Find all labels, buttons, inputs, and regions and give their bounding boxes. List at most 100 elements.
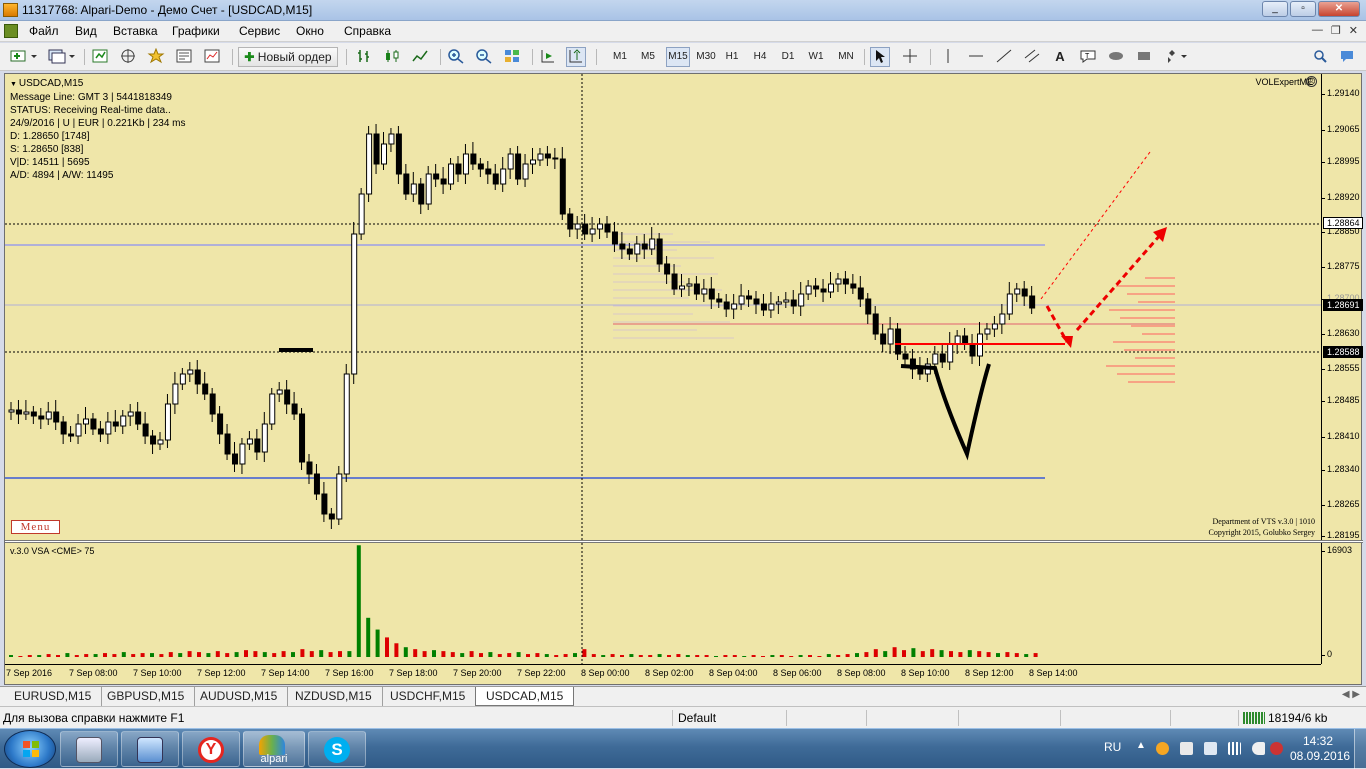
profiles-icon[interactable] [44, 47, 78, 67]
cursor-icon[interactable] [870, 47, 890, 67]
auto-scroll-icon[interactable] [538, 47, 558, 67]
horizontal-line-icon[interactable] [966, 47, 986, 67]
taskbar-calculator[interactable] [60, 731, 118, 767]
time-tick: 8 Sep 08:00 [837, 668, 886, 678]
volume-bar [826, 654, 831, 657]
taskbar-skype[interactable]: S [308, 731, 366, 767]
community-icon[interactable] [1338, 47, 1358, 67]
menu-insert[interactable]: Вставка [113, 24, 158, 38]
tf-d1-button[interactable]: D1 [778, 47, 798, 67]
more-objects-icon[interactable] [1162, 47, 1192, 67]
candle-body [850, 283, 857, 289]
tray-arrow-icon[interactable]: ▲ [1136, 740, 1146, 751]
menu-file[interactable]: Файл [29, 24, 59, 38]
menu-charts[interactable]: Графики [172, 24, 220, 38]
message-line: Message Line: GMT 3 | 5441818349 [10, 92, 172, 103]
text-tool-icon[interactable]: A [1050, 47, 1070, 67]
menu-help[interactable]: Справка [344, 24, 391, 38]
time-tick: 8 Sep 06:00 [773, 668, 822, 678]
volume-bar [187, 651, 192, 657]
candle-body [8, 409, 15, 413]
mdi-child-icon[interactable] [4, 24, 18, 38]
connection-status-icon[interactable] [1243, 712, 1265, 724]
vertical-line-icon[interactable] [938, 47, 958, 67]
trendline-icon[interactable] [994, 47, 1014, 67]
tile-windows-icon[interactable] [502, 47, 522, 67]
expert-close-icon[interactable]: ☹ [1306, 76, 1317, 87]
tf-m30-button[interactable]: M30 [694, 47, 718, 67]
price-scale[interactable]: 1.29140 1.29065 1.28995 1.28920 1.28850 … [1321, 74, 1363, 540]
tf-m15-button[interactable]: M15 [666, 47, 690, 67]
tray-flag-icon[interactable] [1180, 742, 1193, 755]
taskbar-yandex[interactable]: Y [182, 731, 240, 767]
maximize-button[interactable]: ▫ [1290, 1, 1316, 17]
tray-app-icon[interactable] [1156, 742, 1169, 755]
network-icon[interactable] [1228, 742, 1241, 755]
menu-tools[interactable]: Сервис [239, 24, 280, 38]
projection-line [1040, 151, 1151, 300]
channel-icon[interactable] [1022, 47, 1042, 67]
mdi-close-icon[interactable]: ✕ [1349, 24, 1358, 37]
tab-usdchf[interactable]: USDCHF,M15 [380, 687, 477, 706]
tab-eurusd[interactable]: EURUSD,M15 [4, 687, 103, 706]
tf-m5-button[interactable]: M5 [638, 47, 658, 67]
market-watch-icon[interactable] [90, 47, 110, 67]
start-button[interactable] [4, 730, 56, 768]
volume-bar [150, 653, 154, 657]
navigator-icon[interactable] [146, 47, 166, 67]
tab-nzdusd[interactable]: NZDUSD,M15 [285, 687, 383, 706]
calculator-icon [76, 737, 102, 763]
taskbar-alpari[interactable]: alpari [243, 731, 305, 767]
tray-clock[interactable]: 14:32 08.09.2016 [1290, 734, 1350, 764]
indicator-menu-button[interactable]: Menu [11, 520, 60, 534]
tab-gbpusd[interactable]: GBPUSD,M15 [97, 687, 196, 706]
zoom-in-icon[interactable] [446, 47, 466, 67]
line-chart-icon[interactable] [410, 47, 430, 67]
menu-window[interactable]: Окно [296, 24, 324, 38]
bar-chart-icon[interactable] [354, 47, 374, 67]
text-label-icon[interactable]: T [1078, 47, 1098, 67]
terminal-icon[interactable] [174, 47, 194, 67]
volume-bar [883, 651, 888, 657]
volume-bar [103, 653, 107, 657]
tester-icon[interactable] [202, 47, 222, 67]
zoom-out-icon[interactable] [474, 47, 494, 67]
tf-w1-button[interactable]: W1 [806, 47, 826, 67]
volume-icon[interactable] [1252, 742, 1265, 755]
mdi-minimize-icon[interactable]: — [1312, 24, 1323, 37]
menu-view[interactable]: Вид [75, 24, 97, 38]
mdi-restore-icon[interactable]: ❐ [1331, 24, 1341, 37]
rectangle-icon[interactable] [1134, 47, 1154, 67]
show-desktop-button[interactable] [1354, 729, 1366, 769]
data-window-icon[interactable] [118, 47, 138, 67]
tf-h1-button[interactable]: H1 [722, 47, 742, 67]
candle-body [470, 153, 477, 165]
time-axis[interactable]: 7 Sep 2016 7 Sep 08:00 7 Sep 10:00 7 Sep… [5, 664, 1321, 684]
tf-h4-button[interactable]: H4 [750, 47, 770, 67]
ellipse-icon[interactable] [1106, 47, 1126, 67]
candle-body [343, 373, 350, 475]
tf-mn-button[interactable]: MN [834, 47, 858, 67]
close-button[interactable]: ✕ [1318, 1, 1360, 17]
search-icon[interactable] [1310, 47, 1330, 67]
tab-audusd[interactable]: AUDUSD,M15 [190, 687, 289, 706]
volume-pane[interactable] [5, 543, 1321, 664]
new-order-button[interactable]: ✚ Новый ордер [238, 47, 338, 67]
taskbar-explorer[interactable] [121, 731, 179, 767]
tab-scroll-icon[interactable]: ◀ ▶ [1342, 689, 1360, 700]
tab-usdcad[interactable]: USDCAD,M15 [475, 687, 575, 706]
chart-window[interactable]: USDCAD,M15 Message Line: GMT 3 | 5441818… [4, 73, 1363, 685]
tray-device-icon[interactable] [1204, 742, 1217, 755]
language-indicator[interactable]: RU [1104, 740, 1121, 754]
price-chart[interactable] [5, 74, 1321, 540]
candle-body [90, 418, 97, 430]
security-icon[interactable] [1270, 742, 1283, 755]
candlestick-icon[interactable] [382, 47, 402, 67]
minimize-button[interactable]: _ [1262, 1, 1288, 17]
new-chart-icon[interactable] [6, 47, 40, 67]
tf-m1-button[interactable]: M1 [610, 47, 630, 67]
candle-body [865, 298, 872, 315]
crosshair-icon[interactable] [900, 47, 920, 67]
volume-bar [657, 654, 662, 657]
chart-shift-icon[interactable] [566, 47, 586, 67]
